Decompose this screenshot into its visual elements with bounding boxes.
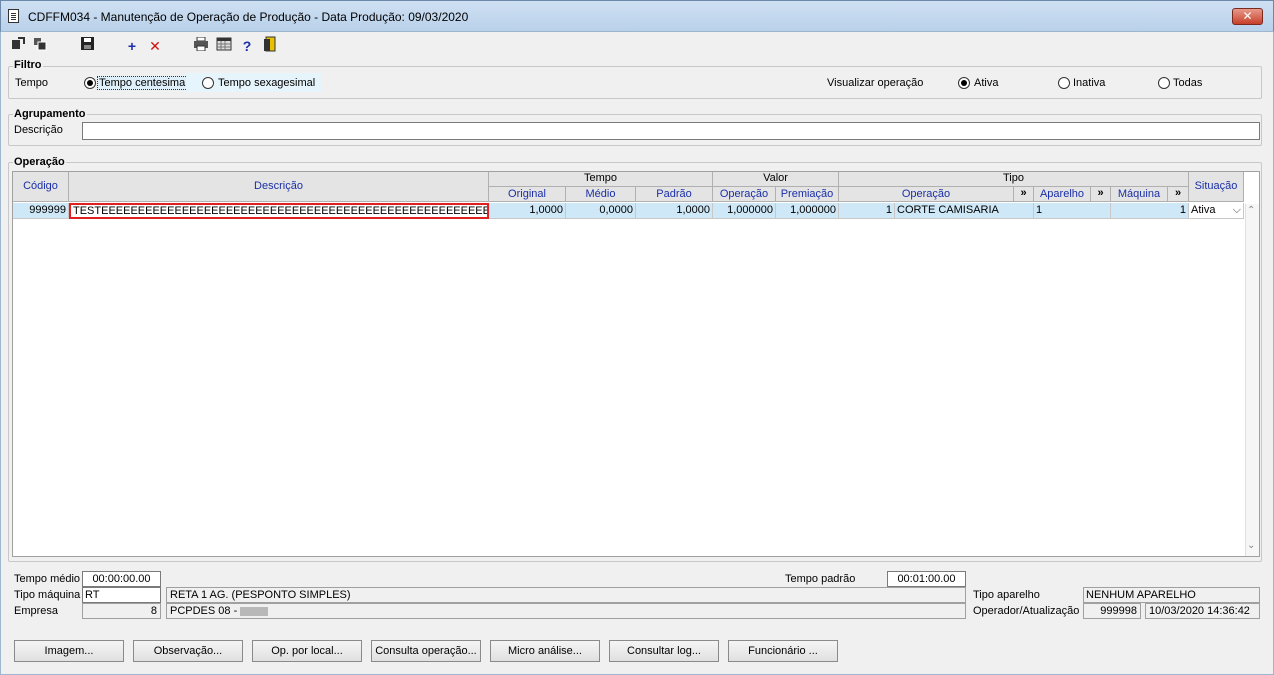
operador-value: 999998 (1083, 603, 1141, 619)
label-todas[interactable]: Todas (1173, 77, 1202, 89)
funcionario-button[interactable]: Funcionário ... (728, 640, 838, 662)
print-icon[interactable] (191, 36, 211, 56)
col-group-valor: Valor (713, 172, 839, 187)
agrupamento-title: Agrupamento (13, 108, 87, 120)
cell-tipo-operacao-desc[interactable]: CORTE CAMISARIA (895, 203, 1034, 219)
tempo-padrao-label: Tempo padrão (785, 573, 856, 585)
empresa-desc: PCPDES 08 - (166, 603, 966, 619)
cell-original[interactable]: 1,0000 (489, 203, 566, 219)
col-header-padrao[interactable]: Padrão (636, 187, 713, 202)
col-header-premiacao[interactable]: Premiação (776, 187, 839, 202)
redacted-block (240, 606, 269, 616)
col-header-original[interactable]: Original (489, 187, 566, 202)
operations-grid (12, 171, 1260, 557)
col-header-medio[interactable]: Médio (566, 187, 636, 202)
help-icon[interactable]: ? (237, 36, 257, 56)
cell-codigo[interactable]: 999999 (13, 203, 69, 219)
copy-icon[interactable] (30, 36, 50, 56)
col-header-tipo-operacao[interactable]: Operação (839, 187, 1014, 202)
col-header-maquina[interactable]: Máquina (1111, 187, 1168, 202)
filter-title: Filtro (13, 59, 43, 71)
vertical-scrollbar[interactable] (1245, 204, 1259, 556)
atualizacao-value: 10/03/2020 14:36:42 (1145, 603, 1260, 619)
radio-tempo-centesimal[interactable] (84, 77, 96, 89)
imagem-button[interactable]: Imagem... (14, 640, 124, 662)
scroll-up-icon[interactable]: ⌃ (1247, 205, 1255, 216)
operacao-title: Operação (13, 156, 66, 168)
tipo-aparelho-label: Tipo aparelho (973, 589, 1040, 601)
cell-medio[interactable]: 0,0000 (566, 203, 636, 219)
tempo-label: Tempo (15, 77, 49, 89)
observacao-button[interactable]: Observação... (133, 640, 243, 662)
cell-premiacao[interactable]: 1,000000 (776, 203, 839, 219)
scroll-down-icon[interactable]: ⌄ (1247, 540, 1255, 551)
col-header-aparelho[interactable]: Aparelho (1034, 187, 1091, 202)
expand-maquina-button[interactable]: » (1168, 187, 1189, 202)
op-por-local-button[interactable]: Op. por local... (252, 640, 362, 662)
save-icon[interactable] (77, 36, 97, 56)
chevron-down-icon[interactable]: ⌵ (1233, 203, 1241, 218)
label-ativa[interactable]: Ativa (974, 77, 998, 89)
tipo-aparelho-value: NENHUM APARELHO (1083, 587, 1260, 603)
col-group-tempo: Tempo (489, 172, 713, 187)
agrupamento-descricao-label: Descrição (14, 124, 63, 136)
radio-inativa[interactable] (1058, 77, 1070, 89)
col-header-descricao[interactable]: Descrição (69, 172, 489, 202)
cell-padrao[interactable]: 1,0000 (636, 203, 713, 219)
radio-ativa[interactable] (958, 77, 970, 89)
radio-todas[interactable] (1158, 77, 1170, 89)
col-header-valor-operacao[interactable]: Operação (713, 187, 776, 202)
export-icon[interactable] (8, 36, 28, 56)
tempo-medio-field[interactable]: 00:00:00.00 (82, 571, 161, 587)
tipo-maquina-desc: RETA 1 AG. (PESPONTO SIMPLES) (166, 587, 966, 603)
cell-descricao-editing[interactable]: TESTEEEEEEEEEEEEEEEEEEEEEEEEEEEEEEEEEEEE… (69, 203, 489, 219)
operador-label: Operador/Atualização (973, 605, 1080, 617)
delete-icon[interactable]: ✕ (145, 36, 165, 56)
radio-tempo-sexagesimal[interactable] (202, 77, 214, 89)
empresa-code: 8 (82, 603, 161, 619)
micro-analise-button[interactable]: Micro análise... (490, 640, 600, 662)
cell-aparelho[interactable]: 1 (1034, 203, 1111, 219)
col-header-situacao[interactable]: Situação (1189, 172, 1244, 202)
empresa-label: Empresa (14, 605, 59, 617)
add-icon[interactable]: + (122, 36, 142, 56)
cell-tipo-operacao-code[interactable]: 1 (839, 203, 895, 219)
tempo-medio-label: Tempo médio (14, 573, 81, 585)
exit-door-icon[interactable] (260, 36, 280, 56)
tempo-padrao-field[interactable]: 00:01:00.00 (887, 571, 966, 587)
cell-situacao[interactable]: Ativa ⌵ (1189, 203, 1244, 219)
expand-operacao-button[interactable]: » (1014, 187, 1034, 202)
col-header-codigo[interactable]: Código (13, 172, 69, 202)
expand-aparelho-button[interactable]: » (1091, 187, 1111, 202)
close-button[interactable]: ✕ (1232, 8, 1263, 25)
label-inativa[interactable]: Inativa (1073, 77, 1105, 89)
agrupamento-descricao-input[interactable] (82, 122, 1260, 140)
empresa-desc-text: PCPDES 08 - (170, 605, 238, 617)
col-group-tipo: Tipo (839, 172, 1189, 187)
window-title: CDFFM034 - Manutenção de Operação de Pro… (28, 10, 469, 24)
label-tempo-centesimal[interactable]: Tempo centesimal (97, 76, 190, 90)
tipo-maquina-code-field[interactable]: RT (82, 587, 161, 603)
cell-valor-operacao[interactable]: 1,000000 (713, 203, 776, 219)
visualizar-label: Visualizar operação (827, 77, 924, 89)
label-tempo-sexagesimal[interactable]: Tempo sexagesimal (218, 77, 315, 89)
tipo-maquina-label: Tipo máquina (14, 589, 81, 601)
situacao-value: Ativa (1191, 204, 1216, 216)
calculator-icon[interactable] (214, 36, 234, 56)
consulta-operacao-button[interactable]: Consulta operação... (371, 640, 481, 662)
consultar-log-button[interactable]: Consultar log... (609, 640, 719, 662)
document-icon (8, 9, 19, 23)
cell-maquina[interactable]: 1 (1111, 203, 1189, 219)
